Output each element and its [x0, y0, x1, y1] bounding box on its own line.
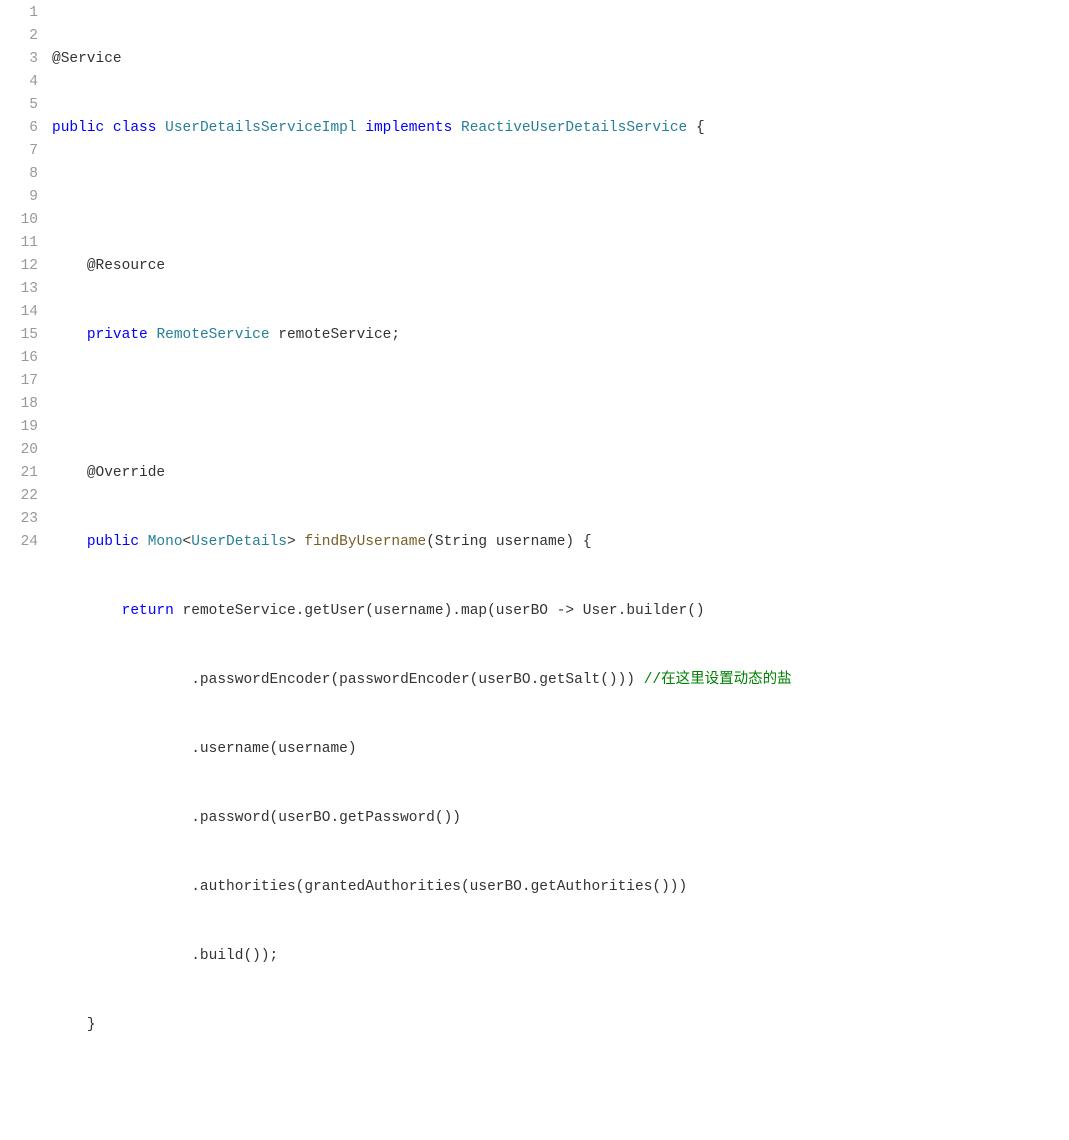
line-number-gutter: 1 2 3 4 5 6 7 8 9 10 11 12 13 14 15 16 1… — [0, 2, 48, 1140]
line-number: 24 — [8, 531, 38, 554]
line-number: 2 — [8, 25, 38, 48]
code-line: @Service — [52, 48, 1069, 71]
code-line: return remoteService.getUser(username).m… — [52, 600, 1069, 623]
code-line — [52, 186, 1069, 209]
line-number: 23 — [8, 508, 38, 531]
line-number: 14 — [8, 301, 38, 324]
line-number: 3 — [8, 48, 38, 71]
line-number: 8 — [8, 163, 38, 186]
line-number: 5 — [8, 94, 38, 117]
code-line: } — [52, 1014, 1069, 1037]
line-number: 6 — [8, 117, 38, 140]
code-line: .passwordEncoder(passwordEncoder(userBO.… — [52, 669, 1069, 692]
line-number: 15 — [8, 324, 38, 347]
code-content[interactable]: @Service public class UserDetailsService… — [48, 2, 1069, 1140]
code-editor: 1 2 3 4 5 6 7 8 9 10 11 12 13 14 15 16 1… — [0, 0, 1069, 1140]
line-number: 17 — [8, 370, 38, 393]
code-line: .authorities(grantedAuthorities(userBO.g… — [52, 876, 1069, 899]
code-line: @Resource — [52, 255, 1069, 278]
code-line — [52, 393, 1069, 416]
line-number: 12 — [8, 255, 38, 278]
line-number: 9 — [8, 186, 38, 209]
line-number: 10 — [8, 209, 38, 232]
code-line: .build()); — [52, 945, 1069, 968]
line-number: 13 — [8, 278, 38, 301]
line-number: 21 — [8, 462, 38, 485]
code-line: public class UserDetailsServiceImpl impl… — [52, 117, 1069, 140]
line-number: 7 — [8, 140, 38, 163]
code-line: private RemoteService remoteService; — [52, 324, 1069, 347]
code-line: public Mono<UserDetails> findByUsername(… — [52, 531, 1069, 554]
line-number: 11 — [8, 232, 38, 255]
code-line — [52, 1083, 1069, 1106]
code-line: .username(username) — [52, 738, 1069, 761]
code-line: @Override — [52, 462, 1069, 485]
line-number: 1 — [8, 2, 38, 25]
line-number: 22 — [8, 485, 38, 508]
line-number: 20 — [8, 439, 38, 462]
line-number: 4 — [8, 71, 38, 94]
line-number: 19 — [8, 416, 38, 439]
line-number: 16 — [8, 347, 38, 370]
code-line: .password(userBO.getPassword()) — [52, 807, 1069, 830]
line-number: 18 — [8, 393, 38, 416]
